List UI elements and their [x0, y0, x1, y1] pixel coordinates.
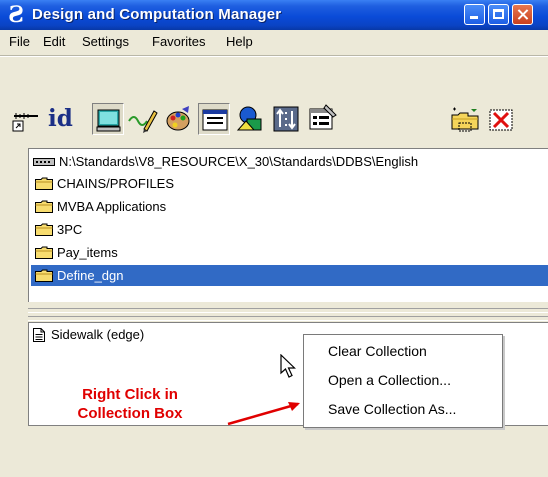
- open-collection-menu-item[interactable]: Open a Collection...: [328, 372, 451, 388]
- maximize-button[interactable]: [488, 4, 509, 25]
- annotation-arrow-icon: [227, 402, 300, 426]
- collection-item[interactable]: Sidewalk (edge): [51, 327, 144, 342]
- splitter-handle[interactable]: [28, 308, 548, 313]
- pencil-draw-icon[interactable]: [126, 103, 158, 135]
- minimize-button[interactable]: [464, 4, 485, 25]
- folder-label: MVBA Applications: [57, 199, 167, 214]
- close-button[interactable]: [512, 4, 533, 25]
- splitter-handle[interactable]: [28, 316, 548, 321]
- menu-bar: File Edit Settings Favorites Help: [0, 32, 548, 54]
- annotation-line-2: Collection Box: [77, 405, 183, 422]
- network-drive-icon: [33, 158, 55, 166]
- delete-x-icon[interactable]: [486, 103, 518, 135]
- clear-collection-menu-item[interactable]: Clear Collection: [328, 343, 427, 359]
- app-logo-icon: Ƨ: [8, 2, 24, 28]
- folder-item[interactable]: MVBA Applications: [31, 196, 548, 217]
- folder-item[interactable]: 3PC: [31, 219, 548, 240]
- folder-icon: [35, 246, 53, 259]
- dialog-window-icon[interactable]: [198, 103, 230, 135]
- root-path-label: N:\Standards\V8_RESOURCE\X_30\Standards\…: [59, 154, 419, 169]
- folder-item[interactable]: CHAINS/PROFILES: [31, 173, 548, 194]
- window-title: Design and Computation Manager: [32, 6, 282, 23]
- folder-icon: [35, 200, 53, 213]
- folder-label: Define_dgn: [57, 268, 124, 283]
- folder-icon: [35, 223, 53, 236]
- folder-label: Pay_items: [57, 245, 118, 260]
- menu-settings[interactable]: Settings: [82, 34, 129, 49]
- folder-list[interactable]: N:\Standards\V8_RESOURCE\X_30\Standards\…: [28, 148, 548, 302]
- menu-edit[interactable]: Edit: [43, 34, 65, 49]
- compare-arrows-icon[interactable]: [270, 103, 302, 135]
- id-icon: id: [48, 105, 73, 132]
- folder-item[interactable]: Pay_items: [31, 242, 548, 263]
- folder-label: 3PC: [57, 222, 83, 237]
- id-tool-button[interactable]: id: [45, 103, 77, 135]
- shortcut-dimension-icon[interactable]: [10, 103, 42, 135]
- palette-icon[interactable]: [162, 103, 194, 135]
- context-menu: Clear Collection Open a Collection... Sa…: [303, 334, 503, 428]
- app-window: Ƨ Design and Computation Manager File Ed…: [0, 0, 548, 477]
- menu-help[interactable]: Help: [226, 34, 253, 49]
- status-bar: [0, 450, 548, 477]
- shapes-icon[interactable]: [234, 103, 266, 135]
- save-collection-as-menu-item[interactable]: Save Collection As...: [328, 401, 456, 417]
- annotation-line-1: Right Click in: [82, 386, 178, 403]
- mouse-pointer-icon: [280, 354, 296, 378]
- properties-icon[interactable]: [306, 103, 338, 135]
- root-path-row[interactable]: N:\Standards\V8_RESOURCE\X_30\Standards\…: [31, 151, 548, 172]
- new-folder-icon[interactable]: [450, 103, 482, 135]
- folder-icon: [35, 177, 53, 190]
- monitor-icon[interactable]: [92, 103, 124, 135]
- menu-divider-highlight: [0, 56, 548, 57]
- folder-item-selected[interactable]: Define_dgn: [31, 265, 548, 286]
- instruction-annotation: Right Click in Collection Box: [60, 385, 200, 423]
- menu-file[interactable]: File: [9, 34, 30, 49]
- title-bar[interactable]: Ƨ Design and Computation Manager: [0, 0, 548, 30]
- folder-icon: [35, 269, 53, 282]
- menu-favorites[interactable]: Favorites: [152, 34, 205, 49]
- document-icon: [33, 328, 45, 342]
- folder-label: CHAINS/PROFILES: [57, 176, 175, 191]
